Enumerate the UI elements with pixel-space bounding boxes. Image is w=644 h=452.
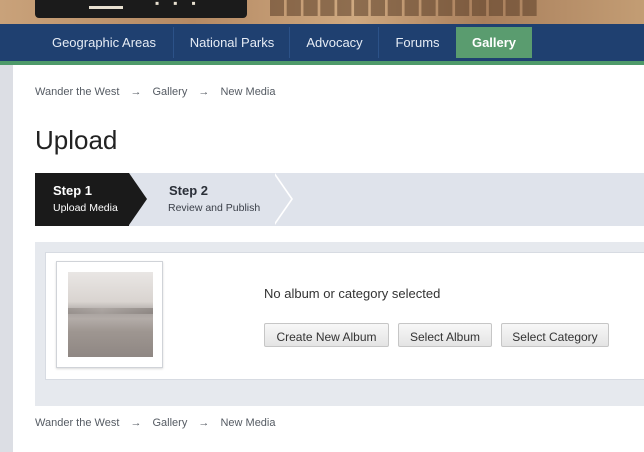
breadcrumb-link-gallery[interactable]: Gallery xyxy=(153,86,188,98)
logo-mark-icon xyxy=(89,0,123,9)
main-nav: Geographic Areas National Parks Advocacy… xyxy=(0,24,644,65)
breadcrumb-link-home[interactable]: Wander the West xyxy=(35,86,119,98)
select-album-button[interactable]: Select Album xyxy=(398,323,492,347)
nav-item-national-parks[interactable]: National Parks xyxy=(173,27,290,58)
breadcrumb: Wander the West → Gallery → New Media xyxy=(35,86,276,98)
select-category-button[interactable]: Select Category xyxy=(501,323,609,347)
nav-item-advocacy[interactable]: Advocacy xyxy=(289,27,379,58)
thumbnail-image-detail xyxy=(68,308,153,314)
breadcrumb-link-home[interactable]: Wander the West xyxy=(35,417,119,429)
album-status-text: No album or category selected xyxy=(264,286,441,301)
upload-panel: No album or category selected Create New… xyxy=(35,242,644,406)
breadcrumb-separator-icon: → xyxy=(198,417,210,429)
site-logo[interactable]: ▪▪▪ xyxy=(35,0,247,18)
nav-item-gallery[interactable]: Gallery xyxy=(456,27,532,58)
breadcrumb-separator-icon: → xyxy=(130,417,142,429)
media-thumbnail[interactable] xyxy=(56,261,163,368)
step-1[interactable] xyxy=(35,173,129,226)
breadcrumb-separator-icon: → xyxy=(130,86,142,98)
create-new-album-button[interactable]: Create New Album xyxy=(264,323,389,347)
step-1-arrow xyxy=(129,173,147,225)
site-banner: ▪▪▪ ████████████████ xyxy=(0,0,644,24)
breadcrumb-footer: Wander the West → Gallery → New Media xyxy=(35,417,276,429)
banner-artwork: ████████████████ xyxy=(270,0,540,16)
step-2-label: Review and Publish xyxy=(168,202,261,214)
breadcrumb-link-gallery[interactable]: Gallery xyxy=(153,417,188,429)
logo-glyphs-icon: ▪▪▪ xyxy=(155,0,210,10)
step-2-arrow xyxy=(273,173,291,225)
thumbnail-image xyxy=(68,272,153,357)
page-title: Upload xyxy=(35,125,118,155)
breadcrumb-separator-icon: → xyxy=(198,86,210,98)
nav-item-forums[interactable]: Forums xyxy=(378,27,456,58)
media-item: No album or category selected Create New… xyxy=(45,252,644,380)
breadcrumb-current: New Media xyxy=(220,86,276,98)
step-2-number: Step 2 xyxy=(169,183,209,198)
left-rail xyxy=(0,65,13,452)
breadcrumb-current: New Media xyxy=(220,417,276,429)
nav-item-geographic-areas[interactable]: Geographic Areas xyxy=(35,27,173,58)
upload-steps: Step 1 Upload Media Step 2 Review and Pu… xyxy=(35,173,644,226)
step-1-label: Upload Media xyxy=(53,202,118,214)
step-1-number: Step 1 xyxy=(53,183,93,198)
